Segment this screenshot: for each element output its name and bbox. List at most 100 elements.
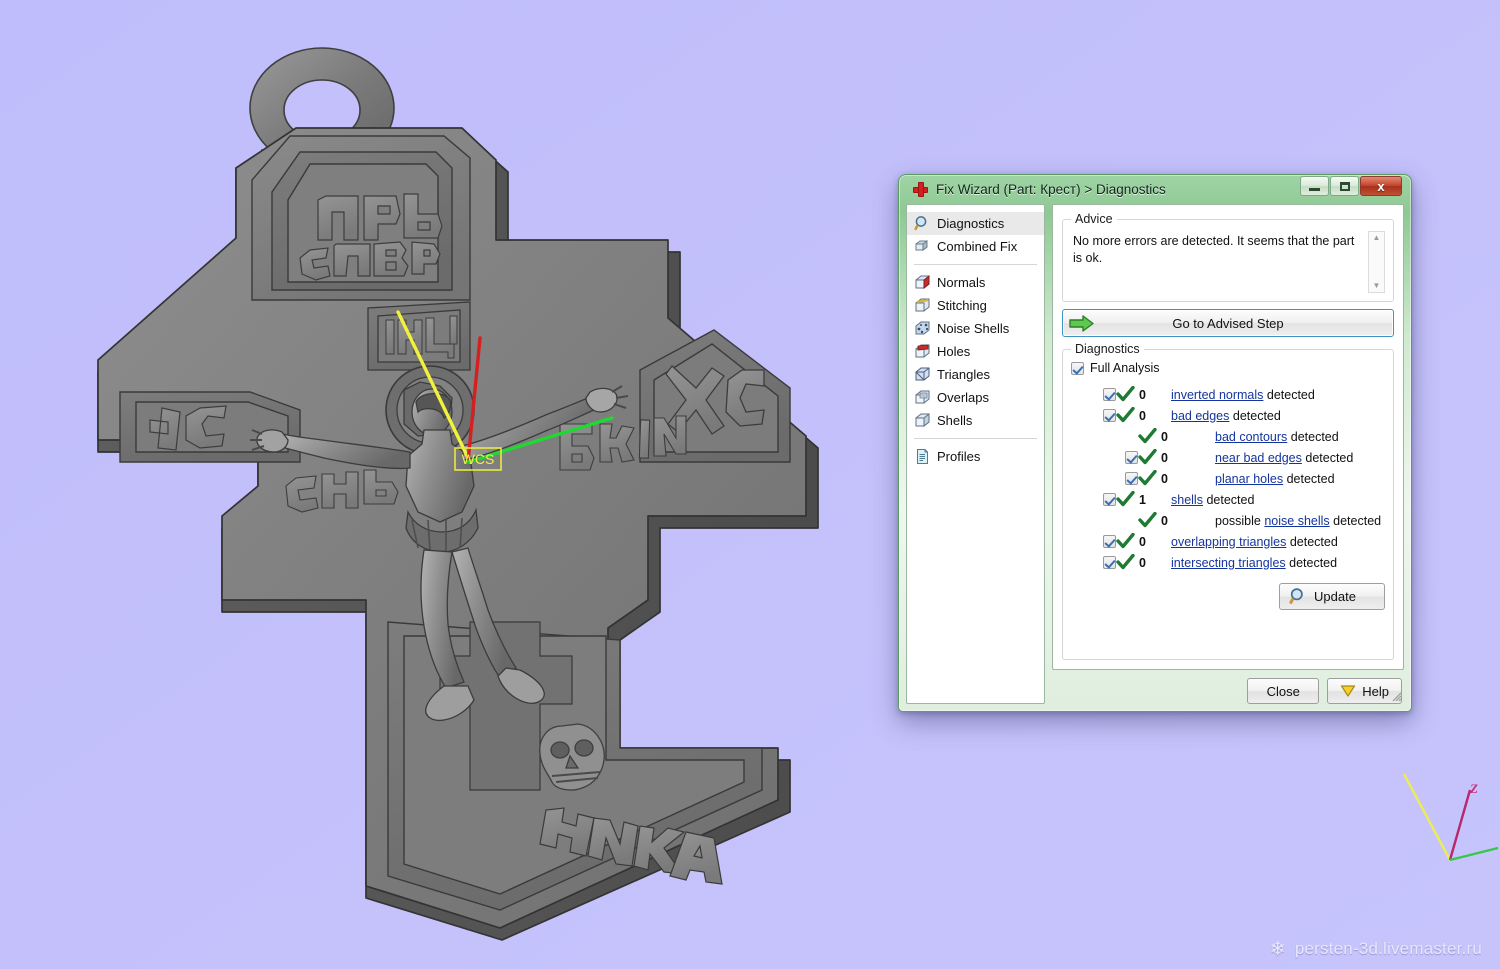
- detected-count: 0: [1161, 471, 1168, 486]
- diagnostic-row[interactable]: 1 shells detected: [1071, 489, 1385, 510]
- sidebar-item-combined-fix[interactable]: Combined Fix: [907, 235, 1044, 258]
- sidebar-group-main: Diagnostics Combined Fix: [907, 210, 1044, 260]
- status-check: [1138, 470, 1157, 487]
- svg-text:WCS: WCS: [462, 451, 495, 467]
- yellow-triangle-icon: [1341, 685, 1356, 697]
- wizard-sidebar[interactable]: Diagnostics Combined Fix Normals Stitchi…: [906, 204, 1045, 704]
- label-prefix: possible: [1215, 513, 1265, 528]
- status-check: [1116, 533, 1135, 550]
- maximize-button[interactable]: [1330, 176, 1359, 196]
- cube-triangles-icon: [915, 367, 930, 381]
- green-check-icon: [1138, 428, 1157, 444]
- sidebar-item-triangles[interactable]: Triangles: [907, 363, 1044, 386]
- diagnostic-link[interactable]: bad contours: [1215, 430, 1287, 444]
- dialog-footer: Close Help: [1052, 670, 1404, 704]
- status-check: [1138, 428, 1157, 445]
- sidebar-item-noise-shells[interactable]: Noise Shells: [907, 317, 1044, 340]
- sidebar-item-normals[interactable]: Normals: [907, 271, 1044, 294]
- diagnostic-row[interactable]: 0 bad edges detected: [1071, 405, 1385, 426]
- diagnostic-link[interactable]: shells: [1171, 493, 1203, 507]
- detected-count: 0: [1139, 534, 1146, 549]
- update-label: Update: [1314, 589, 1356, 604]
- minimize-button[interactable]: [1300, 176, 1329, 196]
- resize-grip[interactable]: [1390, 690, 1402, 702]
- sidebar-item-stitching[interactable]: Stitching: [907, 294, 1044, 317]
- diagnostic-link[interactable]: inverted normals: [1171, 388, 1263, 402]
- diagnostic-checkbox[interactable]: [1103, 556, 1116, 569]
- full-analysis-checkbox[interactable]: [1071, 361, 1084, 375]
- sidebar-divider-1: [914, 264, 1037, 265]
- diagnostic-row[interactable]: 0 planar holes detected: [1071, 468, 1385, 489]
- diagnostic-link[interactable]: bad edges: [1171, 409, 1229, 423]
- diagnostic-checkbox[interactable]: [1125, 472, 1138, 485]
- flower-icon: ❄: [1269, 938, 1286, 960]
- diagnostic-label: bad contours detected: [1179, 430, 1339, 444]
- detected-count: 0: [1161, 429, 1168, 444]
- update-button[interactable]: Update: [1279, 583, 1385, 610]
- diagnostic-link[interactable]: intersecting triangles: [1171, 556, 1286, 570]
- close-button[interactable]: x: [1360, 176, 1402, 196]
- close-button-footer[interactable]: Close: [1247, 678, 1320, 704]
- diagnostic-label: shells detected: [1157, 493, 1254, 507]
- axis-y-line: [1402, 773, 1452, 861]
- advice-text: No more errors are detected. It seems th…: [1073, 234, 1355, 265]
- sidebar-item-overlaps[interactable]: Overlaps: [907, 386, 1044, 409]
- green-check-icon: [1116, 491, 1135, 507]
- full-analysis-row[interactable]: Full Analysis: [1071, 361, 1385, 375]
- diagnostic-row[interactable]: 0 overlapping triangles detected: [1071, 531, 1385, 552]
- maximize-icon: [1339, 181, 1350, 191]
- advised-step-label: Go to Advised Step: [1172, 315, 1284, 331]
- full-analysis-label: Full Analysis: [1090, 361, 1160, 375]
- detected-count: 1: [1139, 492, 1146, 507]
- cube-seam-icon: [915, 298, 930, 312]
- label-suffix: detected: [1283, 471, 1335, 486]
- green-check-icon: [1138, 512, 1157, 528]
- diagnostic-link[interactable]: planar holes: [1215, 472, 1283, 486]
- status-check: [1138, 512, 1157, 529]
- site-watermark: ❄ persten-3d.livemaster.ru: [1270, 939, 1482, 959]
- detected-count: 0: [1161, 513, 1168, 528]
- help-label: Help: [1362, 683, 1389, 699]
- diagnostic-label: near bad edges detected: [1179, 451, 1353, 465]
- detected-count: 0: [1139, 555, 1146, 570]
- diagnostic-checkbox[interactable]: [1103, 535, 1116, 548]
- label-suffix: detected: [1263, 387, 1315, 402]
- diagnostic-row[interactable]: 0 possible noise shells detected: [1071, 510, 1385, 531]
- diagnostic-row[interactable]: 0 intersecting triangles detected: [1071, 552, 1385, 573]
- status-check: [1116, 386, 1135, 403]
- diagnostic-row[interactable]: 0 inverted normals detected: [1071, 384, 1385, 405]
- sidebar-item-profiles[interactable]: Profiles: [907, 445, 1044, 468]
- scroll-up-icon[interactable]: ▲: [1373, 234, 1381, 242]
- minimize-icon: [1309, 187, 1320, 191]
- sidebar-item-shells[interactable]: Shells: [907, 409, 1044, 432]
- diagnostic-link[interactable]: noise shells: [1264, 514, 1329, 528]
- diagnostic-checkbox[interactable]: [1103, 409, 1116, 422]
- diagnostic-checkbox[interactable]: [1103, 388, 1116, 401]
- fix-wizard-dialog[interactable]: Fix Wizard (Part: Крест) > Diagnostics x…: [898, 174, 1412, 712]
- diagnostic-checkbox[interactable]: [1103, 493, 1116, 506]
- sidebar-item-holes[interactable]: Holes: [907, 340, 1044, 363]
- label-suffix: detected: [1301, 450, 1354, 465]
- label-suffix: detected: [1285, 555, 1338, 570]
- diagnostic-row[interactable]: 0 bad contours detected: [1071, 426, 1385, 447]
- sidebar-label: Triangles: [937, 367, 990, 382]
- dialog-titlebar[interactable]: Fix Wizard (Part: Крест) > Diagnostics x: [906, 175, 1404, 204]
- cube-speckled-icon: [915, 321, 930, 335]
- sidebar-label: Holes: [937, 344, 971, 359]
- label-suffix: detected: [1229, 408, 1281, 423]
- green-arrow-right-icon: [1069, 315, 1094, 332]
- axis-z-label: Z: [1470, 781, 1478, 796]
- diagnostic-row[interactable]: 0 near bad edges detected: [1071, 447, 1385, 468]
- sidebar-item-diagnostics[interactable]: Diagnostics: [907, 212, 1044, 235]
- diagnostic-checkbox[interactable]: [1125, 451, 1138, 464]
- advice-scrollbar[interactable]: ▲ ▼: [1368, 231, 1385, 293]
- window-controls[interactable]: x: [1299, 176, 1402, 196]
- diagnostic-link[interactable]: near bad edges: [1215, 451, 1302, 465]
- green-check-icon: [1116, 554, 1135, 570]
- cube-plain-icon: [915, 412, 930, 428]
- scroll-down-icon[interactable]: ▼: [1373, 282, 1381, 290]
- go-to-advised-step-button[interactable]: Go to Advised Step: [1062, 309, 1394, 337]
- advice-group-title: Advice: [1071, 212, 1117, 226]
- diagnostics-rows: 0 inverted normals detected 0 bad edges det…: [1071, 384, 1385, 573]
- diagnostic-link[interactable]: overlapping triangles: [1171, 535, 1286, 549]
